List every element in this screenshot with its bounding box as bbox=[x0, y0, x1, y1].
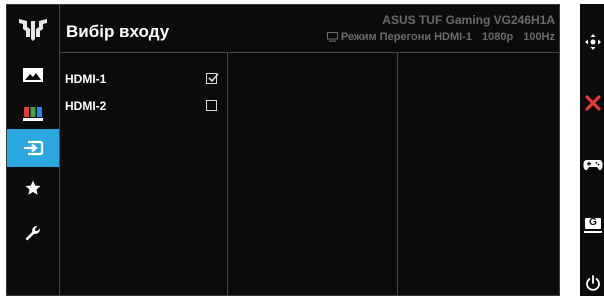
page-title: Вибір входу bbox=[66, 22, 170, 41]
sidebar-item-input[interactable] bbox=[7, 129, 59, 167]
option-label: HDMI-2 bbox=[65, 99, 107, 113]
option-hdmi-1[interactable]: HDMI-1 bbox=[65, 69, 219, 89]
model-name: ASUS TUF Gaming VG246H1A bbox=[382, 13, 555, 27]
close-key[interactable] bbox=[582, 92, 604, 114]
color-bars-icon bbox=[23, 107, 43, 121]
checkbox-checked[interactable] bbox=[206, 73, 219, 84]
tuf-logo bbox=[19, 19, 47, 41]
power-icon bbox=[586, 275, 600, 291]
status-bar: Режим Перегони HDMI-1 1080p 100Hz bbox=[326, 31, 555, 43]
sidebar bbox=[7, 5, 60, 295]
status-resolution: 1080p bbox=[482, 31, 514, 43]
gameplus-label: G bbox=[589, 217, 597, 228]
option-hdmi-2[interactable]: HDMI-2 bbox=[65, 96, 217, 116]
status-mode: Режим Перегони bbox=[340, 31, 432, 43]
status-refresh: 100Hz bbox=[523, 31, 555, 43]
osd-menu: Вибір входу ASUS TUF Gaming VG246H1A Реж… bbox=[6, 4, 560, 296]
status-input: HDMI-1 bbox=[434, 31, 472, 43]
monitor-icon bbox=[326, 32, 338, 42]
option-label: HDMI-1 bbox=[65, 72, 107, 86]
header: Вибір входу ASUS TUF Gaming VG246H1A Реж… bbox=[60, 5, 559, 53]
sidebar-item-setup[interactable] bbox=[7, 214, 59, 252]
check-icon bbox=[208, 73, 219, 83]
gameplus-icon: G bbox=[584, 217, 602, 234]
input-select-icon bbox=[24, 140, 44, 156]
gameplus-key[interactable]: G bbox=[582, 215, 604, 237]
wrench-icon bbox=[25, 226, 40, 241]
close-icon bbox=[585, 95, 601, 111]
sidebar-item-color[interactable] bbox=[7, 94, 59, 132]
sidebar-item-image[interactable] bbox=[7, 56, 59, 94]
joystick-key[interactable] bbox=[582, 31, 604, 53]
sidebar-item-favorites[interactable] bbox=[7, 169, 59, 207]
image-icon bbox=[23, 68, 43, 82]
submenu-column-3 bbox=[398, 53, 560, 295]
joystick-icon bbox=[585, 34, 601, 50]
submenu-column-2 bbox=[228, 53, 398, 295]
gamevisual-key[interactable] bbox=[582, 154, 604, 176]
power-key[interactable] bbox=[582, 272, 604, 294]
key-guide: G bbox=[580, 4, 604, 296]
star-icon bbox=[25, 180, 41, 195]
gamepad-icon bbox=[583, 160, 603, 171]
input-options-column: HDMI-1 HDMI-2 bbox=[60, 53, 228, 295]
checkbox-unchecked[interactable] bbox=[206, 100, 217, 111]
